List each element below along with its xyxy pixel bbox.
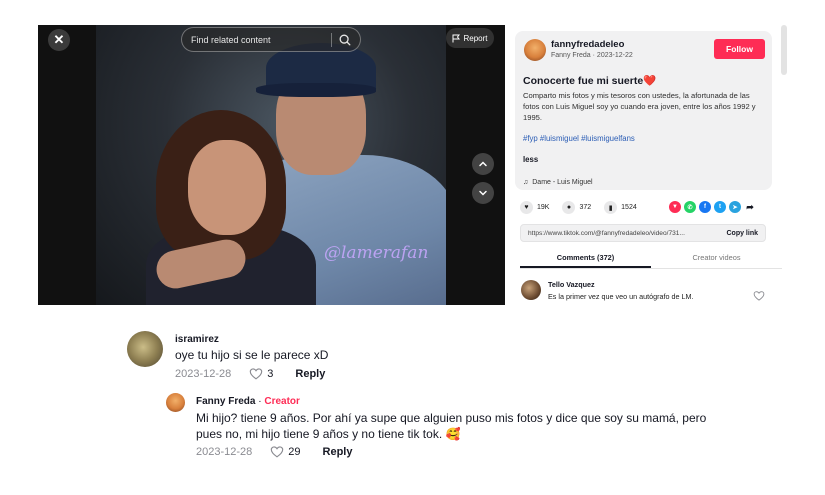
panel-scrollbar[interactable]	[781, 25, 787, 75]
photo-cap-brim	[256, 83, 376, 97]
comment-avatar[interactable]	[127, 331, 163, 367]
search-placeholder: Find related content	[191, 34, 271, 45]
post-description: Comparto mis fotos y mis tesoros con ust…	[523, 91, 756, 123]
heart-icon[interactable]	[249, 367, 263, 381]
next-video-button[interactable]	[472, 182, 494, 204]
comment-meta: 2023-12-28 3 Reply	[175, 367, 325, 381]
post-details-panel: fannyfredadeleo Fanny Freda · 2023-12-22…	[512, 25, 787, 305]
reply-like-count: 29	[288, 446, 301, 458]
reply-button[interactable]: Reply	[323, 446, 353, 458]
chevron-down-icon	[479, 190, 487, 196]
post-hashtags[interactable]: #fyp #luismiguel #luismiguelfans	[523, 134, 635, 143]
reply-header: Fanny Freda · Creator	[196, 396, 300, 407]
facebook-icon[interactable]: f	[699, 201, 711, 213]
close-icon: ✕	[53, 32, 65, 47]
post-title: Conocerte fue mi suerte❤️	[523, 75, 657, 87]
tab-creator-videos[interactable]: Creator videos	[651, 249, 782, 268]
comment-date: 2023-12-28	[175, 368, 232, 380]
preview-comment-heart-icon[interactable]	[753, 290, 765, 302]
post-info-card: fannyfredadeleo Fanny Freda · 2023-12-22…	[515, 31, 772, 190]
music-link[interactable]: ♫ Dame - Luis Miguel	[523, 179, 593, 186]
heart-icon[interactable]	[270, 445, 284, 459]
photo-girl-face	[188, 140, 266, 235]
music-note-icon: ♫	[523, 179, 529, 186]
post-date: 2023-12-22	[596, 52, 633, 59]
flag-icon	[452, 34, 461, 42]
heart-icon: ♥	[524, 204, 529, 211]
reply-date: 2023-12-28	[196, 446, 253, 458]
engagement-stats: ♥ 19K ● 372 ▮ 1524	[520, 201, 646, 214]
share-buttons: ▼ ✆ f t ➤ ➦	[669, 201, 756, 213]
preview-comment-text: Es la primer vez que veo un autógrafo de…	[548, 292, 694, 301]
reply-button[interactable]: Reply	[295, 368, 325, 380]
report-button[interactable]: Report	[446, 28, 494, 48]
comment-button[interactable]: ●	[562, 201, 576, 214]
reply-text: Mi hijo? tiene 9 años. Por ahí ya supe q…	[196, 411, 707, 441]
telegram-icon[interactable]: ➤	[729, 201, 741, 213]
twitter-icon[interactable]: t	[714, 201, 726, 213]
save-count: 1524	[621, 204, 637, 211]
comment-count: 372	[579, 204, 592, 211]
creator-subline: Fanny Freda · 2023-12-22	[551, 52, 633, 59]
report-label: Report	[463, 33, 488, 43]
more-share-icon[interactable]: ➦	[744, 201, 756, 213]
like-count: 19K	[537, 204, 550, 211]
tab-comments[interactable]: Comments (372)	[520, 249, 651, 268]
video-link-text[interactable]: https://www.tiktok.com/@fannyfredadeleo/…	[528, 230, 685, 237]
find-related-search[interactable]: Find related content	[181, 27, 361, 52]
reply-meta: 2023-12-28 29 Reply	[196, 445, 353, 459]
whatsapp-icon[interactable]: ✆	[684, 201, 696, 213]
copy-link-button[interactable]: Copy link	[726, 230, 758, 237]
panel-tabs: Comments (372) Creator videos	[520, 249, 782, 269]
video-player[interactable]: @lamerafan ✕ Find related content Report	[38, 25, 505, 305]
like-button[interactable]: ♥	[520, 201, 533, 214]
follow-button[interactable]: Follow	[714, 39, 765, 59]
comment-like-count: 3	[267, 368, 274, 380]
video-frame: @lamerafan	[96, 25, 446, 305]
save-button[interactable]: ▮	[604, 201, 618, 214]
less-button[interactable]: less	[523, 155, 538, 164]
previous-video-button[interactable]	[472, 153, 494, 175]
bookmark-icon: ▮	[608, 204, 613, 212]
preview-comment-user[interactable]: Tello Vazquez	[548, 280, 595, 289]
comment-text: oye tu hijo si se le parece xD	[175, 348, 329, 362]
search-icon[interactable]	[338, 33, 352, 47]
music-title: Dame - Luis Miguel	[532, 179, 593, 186]
reply-avatar[interactable]	[166, 393, 185, 412]
creator-avatar[interactable]	[524, 39, 546, 61]
creator-username[interactable]: fannyfredadeleo	[551, 39, 624, 50]
reply-username[interactable]: Fanny Freda	[196, 396, 255, 407]
preview-comment-avatar[interactable]	[521, 280, 541, 300]
comment-username[interactable]: isramirez	[175, 334, 219, 345]
embed-share-icon[interactable]: ▼	[669, 201, 681, 213]
search-divider	[331, 33, 332, 47]
chevron-up-icon	[479, 161, 487, 167]
close-button[interactable]: ✕	[48, 29, 70, 51]
creator-display-name: Fanny Freda	[551, 52, 591, 59]
video-link-box: https://www.tiktok.com/@fannyfredadeleo/…	[520, 224, 766, 242]
creator-badge: Creator	[264, 396, 300, 407]
video-watermark: @lamerafan	[324, 243, 429, 263]
comment-icon: ●	[566, 204, 572, 211]
